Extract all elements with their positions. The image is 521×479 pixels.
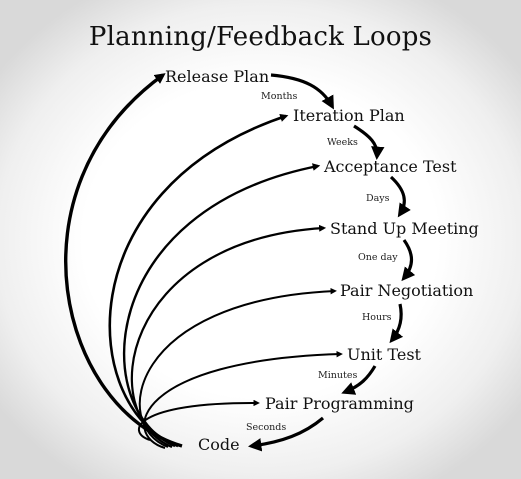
timescale-days: Days [366,193,390,204]
node-stand-up-meeting: Stand Up Meeting [330,219,479,238]
arrow-standup-to-negotiation [401,239,416,282]
loop-to-iteration [108,113,289,448]
loops-diagram: Release Plan Iteration Plan Acceptance T… [64,67,479,454]
loop-to-standup [130,224,327,449]
node-acceptance-test: Acceptance Test [323,157,457,176]
timescale-months: Months [261,91,298,102]
timescale-one-day: One day [358,252,398,263]
arrow-acceptance-to-standup [389,175,411,218]
node-unit-test: Unit Test [347,345,422,364]
timescale-minutes: Minutes [318,370,357,381]
node-pair-programming: Pair Programming [265,394,414,413]
timescale-weeks: Weeks [327,137,358,148]
arrow-negotiation-to-unittest [389,303,404,344]
node-pair-negotiation: Pair Negotiation [340,281,473,300]
node-code: Code [198,435,240,454]
diagram-canvas: Planning/Feedback Loops Release Plan Ite… [0,0,521,479]
node-release-plan: Release Plan [165,67,269,86]
timescale-hours: Hours [362,312,392,323]
node-iteration-plan: Iteration Plan [293,106,405,125]
loop-to-negotiation [138,288,337,448]
timescale-seconds: Seconds [246,422,286,433]
